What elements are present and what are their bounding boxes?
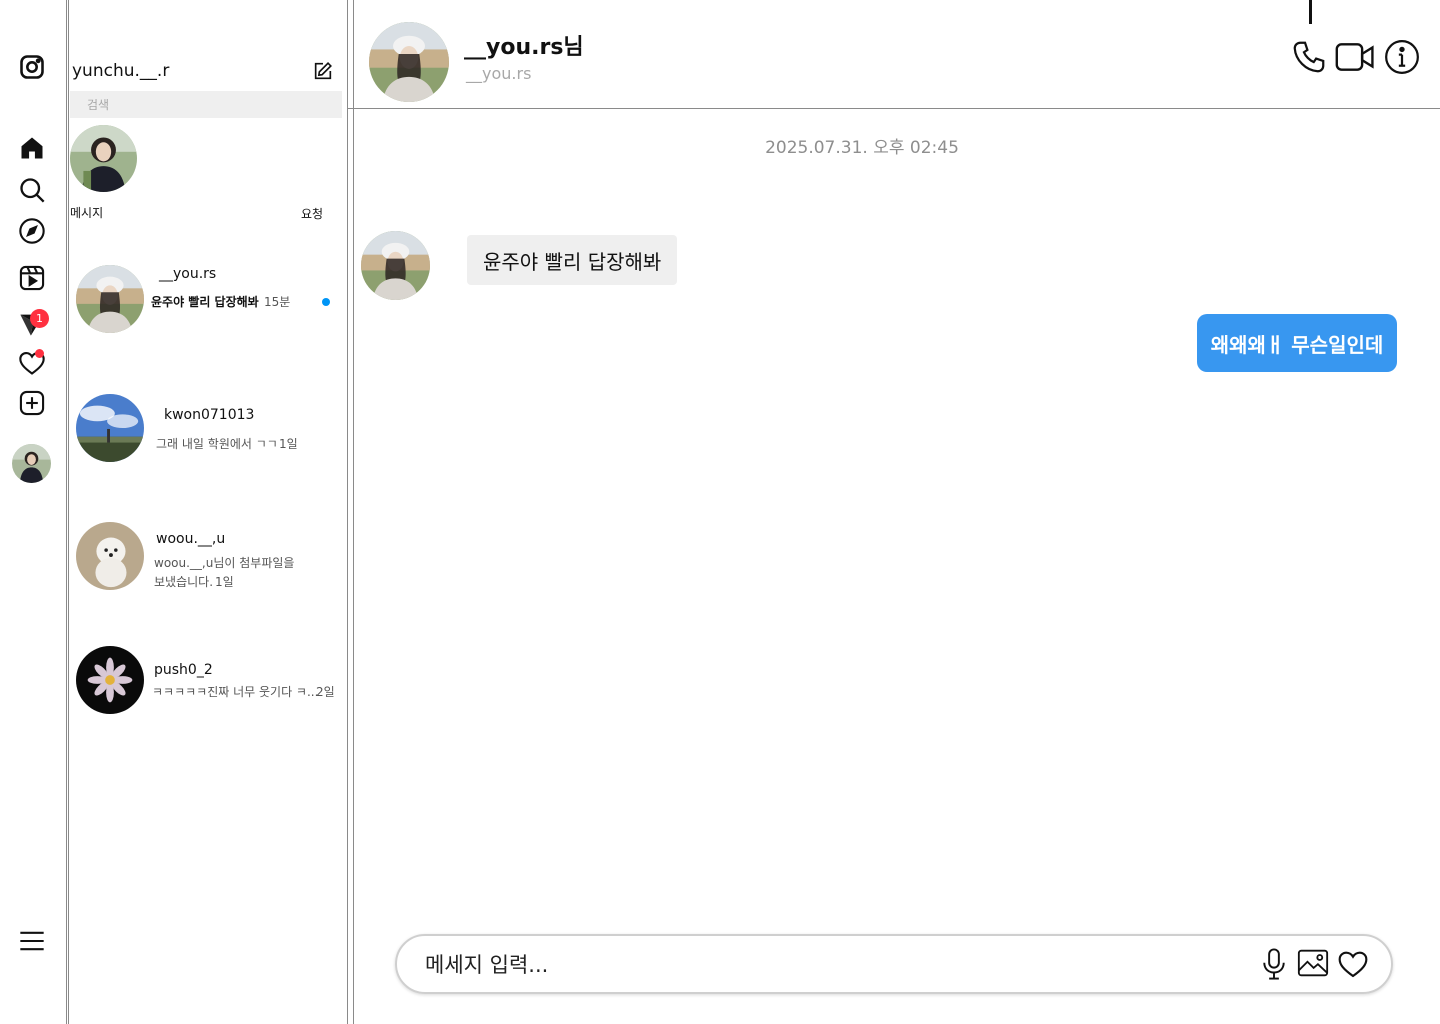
reels-icon[interactable] [17, 263, 47, 293]
conversation-preview: ㅋㅋㅋㅋㅋ진짜 너무 웃기다 ㅋ... [152, 685, 319, 699]
conversation-avatar [76, 522, 144, 590]
conversation-time: 1일 [279, 437, 298, 451]
conversation-time: 15분 [264, 295, 291, 309]
chat-list-divider [347, 0, 348, 1024]
chat-header-handle: __you.rs [466, 64, 532, 83]
header-top-marker [1309, 0, 1312, 24]
create-plus-icon[interactable] [17, 388, 47, 418]
instagram-logo-icon[interactable] [17, 52, 47, 82]
chat-list-divider-2 [353, 0, 354, 1024]
conversation-username: kwon071013 [164, 407, 255, 423]
sender-avatar[interactable] [361, 231, 430, 300]
home-icon[interactable] [17, 133, 47, 163]
conversation-preview: 그래 내일 학원에서 ㄱㄱ [156, 437, 278, 451]
my-note-avatar[interactable] [70, 125, 137, 192]
conversation-preview-line2: 보냈습니다. [154, 575, 214, 589]
search-icon[interactable] [17, 175, 47, 205]
chat-header-name[interactable]: __you.rs님 [464, 29, 584, 61]
microphone-icon[interactable] [1259, 947, 1289, 981]
conversation-item[interactable]: kwon071013 그래 내일 학원에서 ㄱㄱ 1일 [70, 388, 345, 472]
message-input-bar[interactable]: 메세지 입력... [395, 934, 1393, 994]
conversation-info-icon[interactable] [1383, 38, 1421, 76]
voice-call-icon[interactable] [1290, 38, 1328, 76]
menu-hamburger-icon[interactable] [17, 926, 47, 956]
header-divider [347, 108, 1440, 109]
search-placeholder: 검색 [87, 98, 110, 112]
notification-dot [35, 349, 44, 358]
conversation-preview: woou.__,u님이 첨부파일을 [154, 556, 295, 570]
conversation-avatar [76, 265, 144, 333]
explore-icon[interactable] [17, 216, 47, 246]
outgoing-message-bubble[interactable]: 왜왜왜ㅐ 무슨일인데 [1197, 314, 1397, 372]
messages-tab[interactable]: 메시지 [70, 204, 103, 221]
conversation-time: 1일 [215, 575, 234, 589]
conversation-username: push0_2 [154, 662, 213, 678]
messages-count-badge: 1 [30, 309, 49, 328]
compose-edit-icon[interactable] [312, 60, 334, 82]
conversation-time: 2일 [316, 685, 335, 699]
conversation-item[interactable]: __you.rs 윤주야 빨리 답장해봐 15분 [70, 258, 345, 342]
search-input[interactable]: 검색 [70, 91, 342, 118]
conversation-item[interactable]: woou.__,u woou.__,u님이 첨부파일을 보냈습니다. 1일 [70, 516, 345, 600]
conversation-item[interactable]: push0_2 ㅋㅋㅋㅋㅋ진짜 너무 웃기다 ㅋ... 2일 [70, 640, 345, 724]
nav-divider-2 [68, 0, 69, 1024]
like-heart-icon[interactable] [1337, 949, 1369, 979]
message-input-placeholder[interactable]: 메세지 입력... [425, 949, 548, 979]
incoming-message-bubble[interactable]: 윤주야 빨리 답장해봐 [467, 235, 678, 285]
image-attach-icon[interactable] [1297, 948, 1329, 978]
unread-dot [322, 298, 330, 306]
profile-avatar[interactable] [12, 444, 51, 483]
conversation-preview: 윤주야 빨리 답장해봐 [151, 295, 259, 309]
requests-tab[interactable]: 요청 [301, 205, 323, 222]
message-timestamp: 2025.07.31. 오후 02:45 [765, 138, 959, 158]
chat-header-avatar[interactable] [369, 22, 449, 102]
video-call-icon[interactable] [1334, 38, 1376, 76]
conversation-avatar [76, 394, 144, 462]
account-name[interactable]: yunchu.__.r [72, 61, 169, 81]
conversation-avatar [76, 646, 144, 714]
conversation-username: woou.__,u [156, 531, 226, 547]
nav-divider [66, 0, 67, 1024]
conversation-username: __you.rs [159, 266, 217, 282]
